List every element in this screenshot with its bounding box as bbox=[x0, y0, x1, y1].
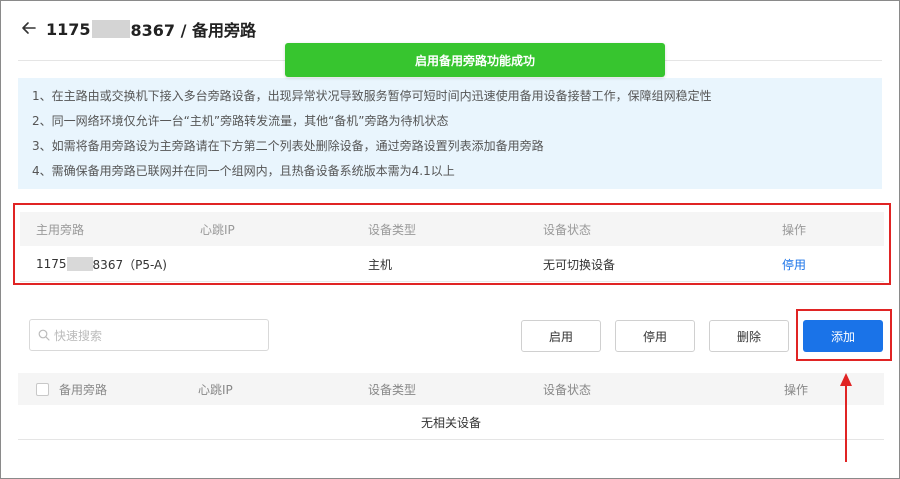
column-header-backup-bypass: 备用旁路 bbox=[59, 382, 108, 397]
enable-button[interactable]: 启用 bbox=[521, 320, 601, 352]
column-header-device-type: 设备类型 bbox=[368, 222, 417, 237]
backup-table-header: 备用旁路 心跳IP 设备类型 设备状态 操作 bbox=[18, 373, 884, 405]
info-line-4: 4、需确保备用旁路已联网并在同一个组网内，且热备设备系统版本需为4.1以上 bbox=[32, 164, 455, 178]
device-name-suffix: 8367（P5-A) bbox=[92, 257, 167, 272]
column-header-device-status: 设备状态 bbox=[543, 382, 592, 397]
column-header-action: 操作 bbox=[784, 382, 809, 397]
device-type-value: 主机 bbox=[368, 257, 393, 272]
success-toast: 启用备用旁路功能成功 bbox=[285, 43, 665, 77]
table-row: 1175 8367（P5-A) 主机 无可切换设备 停用 bbox=[20, 247, 884, 282]
select-all-checkbox[interactable] bbox=[36, 382, 49, 396]
back-arrow-icon[interactable] bbox=[20, 19, 38, 37]
redacted-block bbox=[66, 257, 93, 271]
column-header-heartbeat-ip: 心跳IP bbox=[200, 222, 235, 237]
device-name-prefix: 1175 bbox=[36, 257, 67, 271]
info-line-3: 3、如需将备用旁路设为主旁路请在下方第二个列表处删除设备，通过旁路设置列表添加备… bbox=[32, 139, 544, 153]
backup-column-select: 备用旁路 bbox=[36, 373, 107, 405]
info-notice: 1、在主路由或交换机下接入多台旁路设备，出现异常状况导致服务暂停可短时间内迅速使… bbox=[18, 78, 882, 189]
primary-table-header: 主用旁路 心跳IP 设备类型 设备状态 操作 bbox=[20, 212, 884, 246]
redacted-block bbox=[91, 20, 130, 38]
search-input[interactable]: 快速搜索 bbox=[29, 319, 269, 351]
disable-button[interactable]: 停用 bbox=[615, 320, 695, 352]
primary-bypass-table-highlight: 主用旁路 心跳IP 设备类型 设备状态 操作 1175 8367（P5-A) 主… bbox=[13, 203, 891, 285]
column-header-action: 操作 bbox=[782, 222, 807, 237]
disable-link[interactable]: 停用 bbox=[782, 247, 806, 281]
device-name: 1175 8367（P5-A) bbox=[36, 247, 167, 281]
delete-button[interactable]: 删除 bbox=[709, 320, 789, 352]
column-header-primary-bypass: 主用旁路 bbox=[36, 222, 85, 237]
search-placeholder: 快速搜索 bbox=[54, 328, 103, 343]
search-icon bbox=[38, 329, 50, 341]
empty-state: 无相关设备 bbox=[18, 405, 884, 440]
page-title: 1175 8367 / 备用旁路 bbox=[46, 17, 256, 41]
page-title-suffix: 8367 / 备用旁路 bbox=[130, 21, 257, 40]
column-header-device-type: 设备类型 bbox=[368, 382, 417, 397]
info-line-2: 2、同一网络环境仅允许一台“主机”旁路转发流量，其他“备机”旁路为待机状态 bbox=[32, 114, 449, 128]
toast-message: 启用备用旁路功能成功 bbox=[414, 53, 535, 68]
annotation-arrow-icon bbox=[840, 373, 852, 462]
column-header-device-status: 设备状态 bbox=[543, 222, 592, 237]
device-status-value: 无可切换设备 bbox=[543, 257, 616, 272]
info-line-1: 1、在主路由或交换机下接入多台旁路设备，出现异常状况导致服务暂停可短时间内迅速使… bbox=[32, 89, 712, 103]
page-title-prefix: 1175 bbox=[46, 19, 91, 39]
add-button[interactable]: 添加 bbox=[803, 320, 883, 352]
column-header-heartbeat-ip: 心跳IP bbox=[198, 382, 233, 397]
